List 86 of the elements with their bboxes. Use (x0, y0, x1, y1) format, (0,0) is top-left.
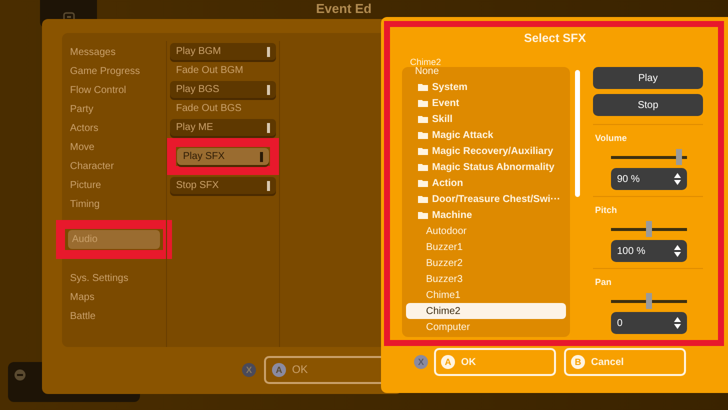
command-item[interactable]: Fade Out BGS (170, 100, 276, 117)
category-item[interactable]: Maps (66, 288, 166, 307)
command-button[interactable]: Stop SFX (170, 177, 276, 194)
item-label: Magic Attack (432, 130, 494, 140)
category-item[interactable]: Audio (68, 230, 160, 249)
up-down-icon (674, 173, 681, 185)
value-spinner[interactable]: 90 % (611, 168, 687, 190)
cancel-button[interactable]: B Cancel (564, 348, 686, 376)
sound-item[interactable]: Computer (406, 319, 566, 335)
item-label: Skill (432, 114, 453, 124)
folder-item[interactable]: Door/Treasure Chest/Swi··· (406, 191, 566, 207)
marker-icon (267, 84, 270, 94)
item-label: Magic Status Abnormality (432, 162, 554, 172)
sound-item[interactable]: Autodoor (406, 223, 566, 239)
value-spinner[interactable]: 0 (611, 312, 687, 334)
item-label: Chime2 (426, 306, 460, 316)
dialog-title: Select SFX (522, 31, 588, 47)
item-label: Machine (432, 210, 472, 220)
folder-item[interactable]: Magic Status Abnormality (406, 159, 566, 175)
window-title: Event Ed (316, 1, 372, 16)
control-label: Volume (595, 133, 627, 145)
slider[interactable] (611, 293, 687, 309)
sound-item[interactable]: Buzzer2 (406, 255, 566, 271)
category-item[interactable]: Party (66, 100, 166, 119)
folder-item[interactable]: Skill (406, 111, 566, 127)
category-item[interactable]: Flow Control (66, 81, 166, 100)
marker-icon (267, 180, 270, 190)
item-label: Door/Treasure Chest/Swi··· (432, 194, 560, 204)
folder-item[interactable]: Event (406, 95, 566, 111)
sound-item[interactable]: Buzzer1 (406, 239, 566, 255)
folder-item[interactable]: Magic Recovery/Auxiliary (406, 143, 566, 159)
folder-item[interactable]: Action (406, 175, 566, 191)
category-item[interactable]: Game Progress (66, 62, 166, 81)
item-label: Computer (426, 322, 470, 332)
spinner-value: 100 % (617, 246, 646, 256)
slider-thumb[interactable] (646, 293, 652, 309)
sound-item[interactable]: Buzzer3 (406, 271, 566, 287)
slider[interactable] (611, 221, 687, 237)
folder-item[interactable]: Machine (406, 207, 566, 223)
item-label: Buzzer1 (426, 242, 463, 252)
control-label: Pitch (595, 205, 618, 217)
item-label: Event (432, 98, 460, 108)
item-label: Action (432, 178, 464, 188)
marker-icon (267, 46, 270, 56)
category-item[interactable]: Sys. Settings (66, 269, 166, 288)
category-item[interactable]: Battle (66, 307, 166, 326)
sound-item[interactable]: Chime2 (406, 303, 566, 319)
ok-button[interactable]: A OK (434, 348, 556, 376)
command-item[interactable]: Fade Out BGM (170, 62, 276, 79)
spinner-value: 90 % (617, 174, 640, 184)
item-label: System (432, 82, 468, 92)
value-spinner[interactable]: 100 % (611, 240, 687, 262)
command-button[interactable]: Play BGS (170, 81, 276, 98)
item-label: None (415, 66, 439, 76)
up-down-icon (674, 245, 681, 257)
minus-icon[interactable] (14, 369, 26, 381)
slider-thumb[interactable] (646, 221, 652, 237)
item-label: Chime1 (426, 290, 460, 300)
current-sound: Chime2 (410, 57, 442, 67)
item-label: Magic Recovery/Auxiliary (432, 146, 554, 156)
item-label: Autodoor (426, 226, 467, 236)
up-down-icon (674, 317, 681, 329)
control-label: Pan (595, 277, 612, 289)
sound-item[interactable]: Chime1 (406, 287, 566, 303)
command-button[interactable]: Play ME (170, 119, 276, 136)
item-label: Buzzer2 (426, 258, 463, 268)
category-item[interactable]: Character (66, 157, 166, 176)
folder-item[interactable]: System (406, 79, 566, 95)
stop-button[interactable]: Stop (593, 94, 703, 116)
command-button[interactable]: Play BGM (170, 43, 276, 60)
close-key-icon[interactable]: X (242, 363, 256, 377)
category-item[interactable]: Actors (66, 119, 166, 138)
category-item[interactable]: Move (66, 138, 166, 157)
slider-thumb[interactable] (676, 149, 682, 165)
play-button[interactable]: Play (593, 67, 703, 89)
category-item[interactable]: Timing (66, 195, 166, 214)
slider[interactable] (611, 149, 687, 165)
folder-item[interactable]: Magic Attack (406, 127, 566, 143)
category-item[interactable]: Messages (66, 43, 166, 62)
item-label: Buzzer3 (426, 274, 463, 284)
spinner-value: 0 (617, 318, 623, 328)
marker-icon (260, 152, 263, 162)
marker-icon (267, 122, 270, 132)
command-button[interactable]: Play SFX (177, 148, 269, 165)
scrollbar[interactable] (575, 70, 580, 197)
category-item[interactable]: Picture (66, 176, 166, 195)
